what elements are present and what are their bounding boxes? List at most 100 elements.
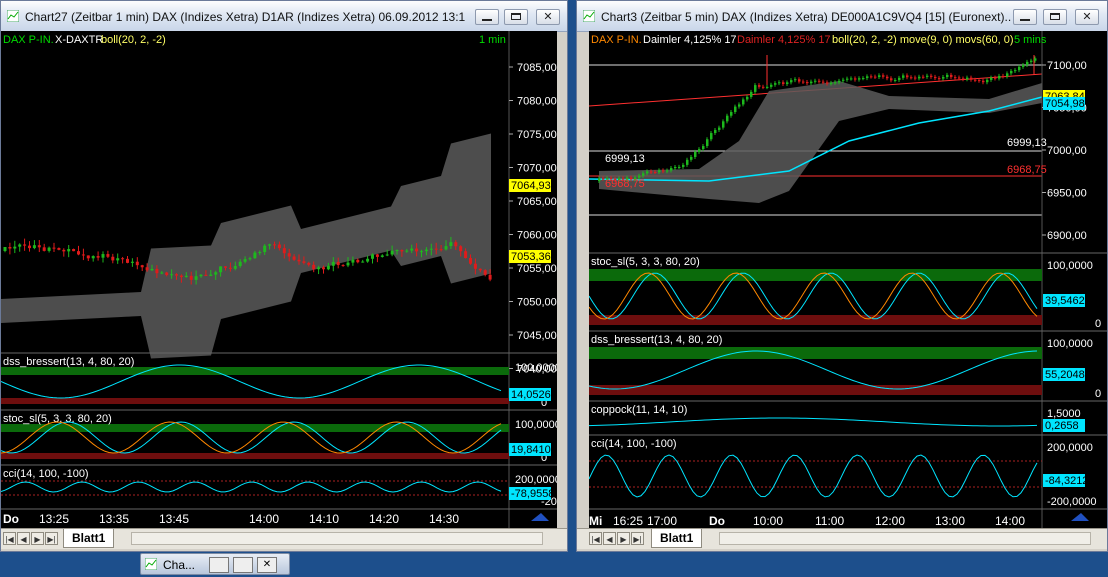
candle-body xyxy=(209,274,213,276)
candle-body xyxy=(52,247,56,249)
candle-body xyxy=(233,265,237,269)
candle-body xyxy=(838,80,841,83)
candle-body xyxy=(874,76,877,78)
legend-sub2: Daimler 4,125% 17 xyxy=(737,34,831,46)
maximize-button[interactable] xyxy=(504,9,528,25)
minimize-button[interactable] xyxy=(1013,9,1037,25)
window-title: Chart27 (Zeitbar 1 min) DAX (Indizes Xet… xyxy=(25,10,465,24)
candle-body xyxy=(698,149,701,152)
prev-sheet-button[interactable]: ◀ xyxy=(603,532,616,545)
candle-body xyxy=(650,171,653,173)
x-tick: 12:00 xyxy=(875,514,905,528)
candle-body xyxy=(116,258,120,261)
maximize-icon[interactable] xyxy=(233,557,253,573)
oversold-zone xyxy=(1,398,509,404)
level-lower-left-label: 6968,75 xyxy=(605,178,645,190)
candle-body xyxy=(942,77,945,79)
candle-body xyxy=(126,258,129,263)
candle-body xyxy=(292,256,296,260)
next-sheet-button[interactable]: ▶ xyxy=(31,532,44,545)
candle-body xyxy=(966,77,969,80)
y-tick-label: 7050,00 xyxy=(517,297,557,309)
candle-body xyxy=(400,250,404,252)
chart-canvas-right[interactable]: 7100,007050,007000,006950,006900,00 DAX … xyxy=(589,31,1107,528)
chart-window-left[interactable]: Chart27 (Zeitbar 1 min) DAX (Indizes Xet… xyxy=(0,0,568,552)
y-tick-label: 7060,00 xyxy=(517,230,557,242)
candle-body xyxy=(415,248,419,252)
close-button[interactable]: ✕ xyxy=(536,9,560,25)
candle-body xyxy=(145,267,149,271)
close-button[interactable]: ✕ xyxy=(1075,9,1099,25)
candle-body xyxy=(140,265,144,268)
candle-body xyxy=(420,251,423,253)
legend-sub: Daimler 4,125% 17 xyxy=(643,34,737,46)
minimized-window-button[interactable]: Cha... ✕ xyxy=(140,553,290,575)
candle-body xyxy=(886,76,889,79)
candle-body xyxy=(356,259,360,263)
first-sheet-button[interactable]: |◀ xyxy=(589,532,602,545)
candle-body xyxy=(77,251,80,255)
next-sheet-button[interactable]: ▶ xyxy=(617,532,630,545)
horizontal-scrollbar[interactable] xyxy=(131,532,543,545)
candle-body xyxy=(179,275,183,277)
candle-body xyxy=(346,262,350,266)
candle-body xyxy=(982,80,985,83)
legend-interval: 5 mins xyxy=(1014,34,1047,46)
candle-body xyxy=(322,267,325,270)
sheet-tab[interactable]: Blatt1 xyxy=(651,529,703,548)
maximize-button[interactable] xyxy=(1043,9,1067,25)
candle-body xyxy=(774,83,777,85)
y-tick-label: 7000,00 xyxy=(1047,145,1087,157)
horizontal-scrollbar[interactable] xyxy=(719,532,1091,545)
panel-value: 39,5462 xyxy=(1045,295,1085,307)
candle-body xyxy=(175,274,178,276)
chart-canvas-left[interactable]: 7085,00 7080,00 7075,00 7070,00 7065,00 7060,… xyxy=(1,31,557,528)
candle-body xyxy=(106,254,110,257)
scroll-marker-icon[interactable] xyxy=(531,513,549,521)
chart-area-left[interactable]: 7085,00 7080,00 7075,00 7070,00 7065,00 7060,… xyxy=(1,31,557,528)
panel-tick: 100,0000 xyxy=(1047,338,1093,350)
candle-body xyxy=(918,76,921,79)
candle-body xyxy=(994,77,997,79)
candle-body xyxy=(878,75,881,78)
candle-body xyxy=(906,75,909,78)
sheet-tab[interactable]: Blatt1 xyxy=(63,529,115,548)
window-titlebar-left[interactable]: Chart27 (Zeitbar 1 min) DAX (Indizes Xet… xyxy=(1,1,567,32)
candle-body xyxy=(189,275,193,280)
y-tick-label: 7080,00 xyxy=(517,96,557,108)
candle-body xyxy=(642,173,645,176)
last-sheet-button[interactable]: ▶| xyxy=(45,532,58,545)
candle-body xyxy=(111,256,115,261)
close-icon[interactable]: ✕ xyxy=(257,557,277,573)
x-tick: 17:00 xyxy=(647,514,677,528)
candle-body xyxy=(834,82,837,84)
bollinger-band xyxy=(599,81,1042,203)
x-tick: 14:10 xyxy=(309,512,339,526)
minimized-window-label: Cha... xyxy=(163,558,196,572)
minimize-button[interactable] xyxy=(475,9,499,25)
candle-body xyxy=(818,80,821,82)
panel-value: -84,3212 xyxy=(1045,475,1088,487)
chart-window-right[interactable]: Chart3 (Zeitbar 5 min) DAX (Indizes Xetr… xyxy=(576,0,1108,552)
candle-body xyxy=(770,84,773,87)
candle-body xyxy=(439,249,443,251)
candle-body xyxy=(165,272,169,276)
candle-body xyxy=(302,261,306,263)
prev-sheet-button[interactable]: ◀ xyxy=(17,532,30,545)
candle-body xyxy=(798,79,801,82)
chart-area-right[interactable]: 7100,007050,007000,006950,006900,00 DAX … xyxy=(589,31,1107,528)
candle-body xyxy=(72,249,76,252)
candle-body xyxy=(434,248,438,250)
candle-body xyxy=(990,77,993,80)
y-tick-label: 7065,00 xyxy=(517,196,557,208)
scroll-marker-icon[interactable] xyxy=(1071,513,1089,521)
candle-body xyxy=(483,270,487,275)
window-titlebar-right[interactable]: Chart3 (Zeitbar 5 min) DAX (Indizes Xetr… xyxy=(577,1,1107,32)
y-tick-label: 7055,00 xyxy=(517,263,557,275)
restore-icon[interactable] xyxy=(209,557,229,573)
candle-body xyxy=(13,246,17,249)
candle-body xyxy=(47,247,51,251)
first-sheet-button[interactable]: |◀ xyxy=(3,532,16,545)
last-sheet-button[interactable]: ▶| xyxy=(631,532,644,545)
candle-body xyxy=(894,79,897,81)
